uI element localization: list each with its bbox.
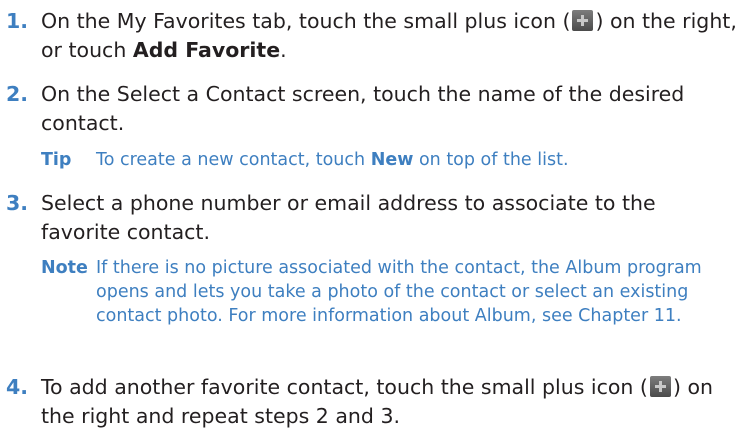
step-4-text: To add another favorite contact, touch t… [41,373,740,431]
plus-icon [572,10,594,31]
instructions-page: 1. On the My Favorites tab, touch the sm… [0,0,744,442]
step-1-text-before: On the My Favorites tab, touch the small… [41,9,571,33]
note-label: Note [41,258,88,278]
plus-icon [649,376,671,397]
add-favorite-label: Add Favorite [132,38,281,62]
tip-text-before: To create a new contact, touch [96,150,366,170]
step-4-text-before: To add another favorite contact, touch t… [41,375,648,399]
step-2-number: 2. [6,82,29,106]
step-4: 4. To add another favorite contact, touc… [6,373,740,431]
step-2: 2. On the Select a Contact screen, touch… [6,80,740,138]
step-1-text: On the My Favorites tab, touch the small… [41,7,740,65]
step-1-number: 1. [6,9,29,33]
tip-new-label: New [370,150,414,170]
step-1-end: . [280,38,287,62]
tip-text-after: on top of the list. [418,150,569,170]
note-text: If there is no picture associated with t… [96,258,702,326]
tip-text: To create a new contact, touch New on to… [96,148,731,172]
note-block: Note If there is no picture associated w… [41,256,731,328]
tip-label: Tip [41,150,72,170]
step-2-text: On the Select a Contact screen, touch th… [41,82,685,135]
step-4-number: 4. [6,375,29,399]
tip-block: Tip To create a new contact, touch New o… [41,148,731,172]
step-3-text: Select a phone number or email address t… [41,191,656,244]
step-1: 1. On the My Favorites tab, touch the sm… [6,7,740,65]
step-3-number: 3. [6,191,29,215]
step-3: 3. Select a phone number or email addres… [6,189,740,247]
